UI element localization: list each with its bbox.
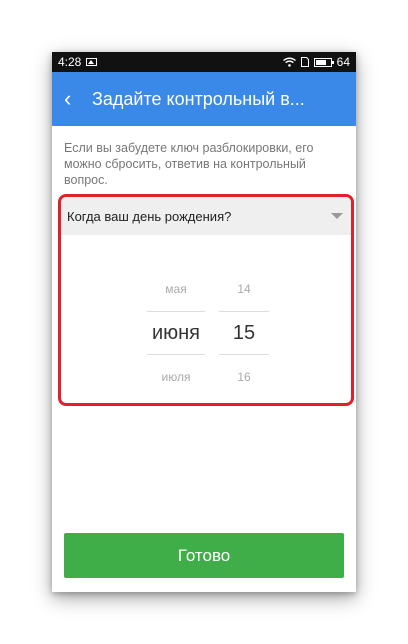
wifi-icon	[282, 57, 296, 67]
question-dropdown[interactable]: Когда ваш день рождения?	[61, 197, 351, 235]
page-title: Задайте контрольный в...	[92, 88, 305, 109]
day-prev[interactable]: 14	[219, 267, 269, 311]
chevron-left-icon[interactable]: ‹	[64, 88, 86, 110]
question-label: Когда ваш день рождения?	[67, 208, 232, 224]
done-button[interactable]: Готово	[64, 533, 344, 578]
battery-icon	[313, 57, 334, 67]
day-next[interactable]: 16	[219, 355, 269, 399]
status-bar: 4:28 64	[52, 52, 356, 72]
day-wheel[interactable]: 14 15 16	[219, 267, 269, 399]
phone-screen: 4:28 64 ‹ Задайте контрольный в... Если …	[52, 52, 356, 592]
month-selected[interactable]: июня	[147, 311, 205, 355]
month-wheel[interactable]: мая июня июля	[147, 267, 205, 399]
battery-level: 64	[336, 55, 350, 69]
image-notification-icon	[86, 58, 98, 66]
caret-down-icon	[331, 213, 343, 219]
app-bar: ‹ Задайте контрольный в...	[52, 72, 356, 126]
month-next[interactable]: июля	[147, 355, 205, 399]
day-selected[interactable]: 15	[219, 311, 269, 355]
sim-icon	[300, 57, 309, 67]
date-picker[interactable]: мая июня июля 14 15 16	[61, 235, 351, 403]
security-question-card: Когда ваш день рождения? мая июня июля 1…	[58, 194, 354, 406]
info-text: Если вы забудете ключ разблокировки, его…	[64, 141, 314, 187]
month-prev[interactable]: мая	[147, 267, 205, 311]
clock: 4:28	[58, 55, 82, 69]
